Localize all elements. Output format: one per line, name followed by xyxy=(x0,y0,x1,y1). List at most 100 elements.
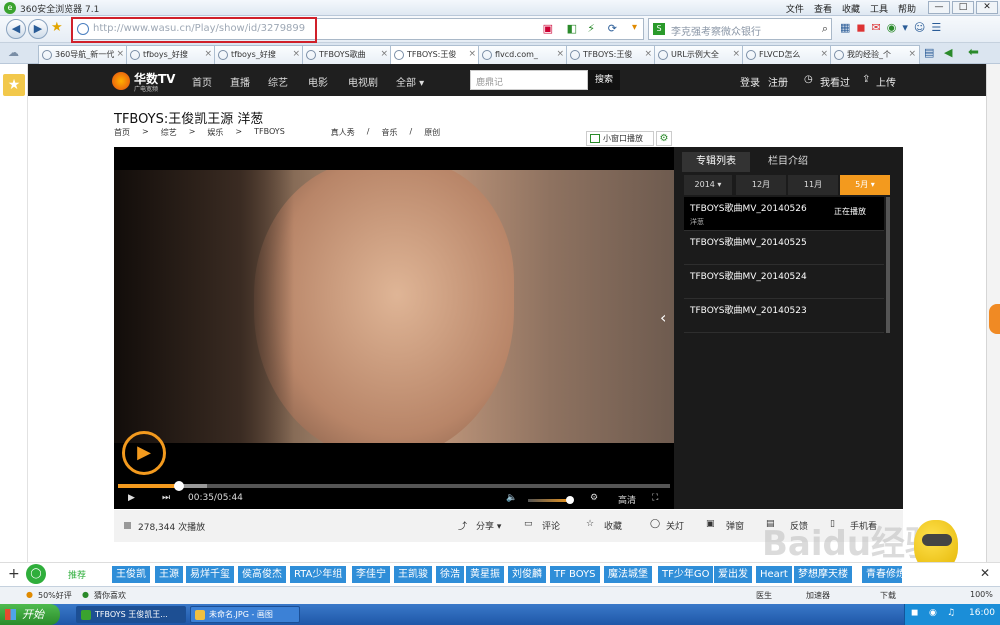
menu-favorites[interactable]: 收藏 xyxy=(842,2,860,15)
tab-close-icon[interactable]: × xyxy=(908,46,916,63)
tab-tfboys-active[interactable]: TFBOYS:王俊 × xyxy=(390,45,480,64)
close-icon[interactable]: ✕ xyxy=(980,566,990,580)
volume-slider[interactable] xyxy=(528,496,574,504)
hot-tag[interactable]: 黄星振 xyxy=(466,566,504,583)
tab-close-icon[interactable]: × xyxy=(820,46,828,63)
player-settings-icon[interactable]: ⚙ xyxy=(590,493,598,503)
tray-icon-2[interactable]: ◉ xyxy=(929,608,937,618)
favorite-star-icon[interactable]: ★ xyxy=(51,20,63,35)
episode-item[interactable]: TFBOYS歌曲MV_20140525 xyxy=(684,231,884,265)
right-scrollbar[interactable] xyxy=(986,64,1000,562)
search-input[interactable]: 李克强考察微众银行 xyxy=(671,23,761,38)
panel-scrollbar[interactable] xyxy=(886,197,890,333)
site-nav-live[interactable]: 直播 xyxy=(230,74,250,89)
hot-tag[interactable]: 刘俊麟 xyxy=(508,566,546,583)
month-nov[interactable]: 11月 xyxy=(788,175,838,195)
status-doctor[interactable]: 医生 xyxy=(756,590,772,601)
crumb-variety[interactable]: 综艺 xyxy=(161,127,177,138)
hot-tag[interactable]: RTA少年组 xyxy=(290,566,347,583)
search-engine-icon[interactable]: S xyxy=(653,23,665,35)
tab-tfboys-search-1[interactable]: tfboys_好搜 × xyxy=(126,45,216,64)
tab-flvcd[interactable]: flvcd.com_ × xyxy=(478,45,568,64)
tag-original[interactable]: 原创 xyxy=(424,127,440,138)
menu-tools[interactable]: 工具 xyxy=(870,2,888,15)
guess-you-like[interactable]: 猜你喜欢 xyxy=(94,590,126,601)
hot-tag[interactable]: 徐浩 xyxy=(436,566,464,583)
tray-icon-1[interactable]: ◼ xyxy=(911,608,918,618)
share-icon[interactable]: ⤴ xyxy=(458,519,467,532)
hot-tag[interactable]: 侯高俊杰 xyxy=(238,566,286,583)
tag-music[interactable]: 音乐 xyxy=(381,127,397,138)
site-nav-variety[interactable]: 综艺 xyxy=(268,74,288,89)
month-may[interactable]: 5月 ▾ xyxy=(840,175,890,195)
toolbar-icon-5[interactable]: ▾ xyxy=(902,21,908,34)
browser-search-box[interactable]: S 李克强考察微众银行 ⌕ xyxy=(648,18,832,40)
mini-player-button[interactable]: 小窗口播放 xyxy=(586,131,654,146)
volume-icon[interactable]: 🔈 xyxy=(506,493,517,503)
close-button[interactable]: ✕ xyxy=(976,1,998,14)
lights-off-button[interactable]: 关灯 xyxy=(666,519,684,532)
comment-icon[interactable]: ▭ xyxy=(524,519,533,529)
tab-close-icon[interactable]: × xyxy=(292,46,300,63)
favorite-button[interactable]: 收藏 xyxy=(604,519,622,532)
site-nav-all[interactable]: 全部 ▾ xyxy=(396,74,424,89)
toolbar-icon-7[interactable]: ☰ xyxy=(931,21,941,34)
hot-tag[interactable]: 魔法城堡 xyxy=(604,566,652,583)
toolbar-icon-1[interactable]: ▦ xyxy=(840,21,850,34)
toolbar-icon-3[interactable]: ✉ xyxy=(872,21,881,34)
next-icon[interactable]: ⏭ xyxy=(162,493,170,503)
popup-button[interactable]: 弹窗 xyxy=(726,519,744,532)
login-link[interactable]: 登录 xyxy=(740,74,760,89)
tab-my-experience[interactable]: 我的经验_个 × xyxy=(830,45,920,64)
upload-link[interactable]: 上传 xyxy=(876,74,896,89)
clock[interactable]: 16:00 xyxy=(969,608,995,618)
history-icon[interactable]: ◷ xyxy=(804,74,813,85)
floating-widget-icon[interactable] xyxy=(989,304,1000,334)
tab-close-icon[interactable]: × xyxy=(644,46,652,63)
year-selector[interactable]: 2014 ▾ xyxy=(684,175,732,195)
maximize-button[interactable]: □ xyxy=(952,1,974,14)
popup-icon[interactable]: ▣ xyxy=(706,519,715,529)
tab-tfboys-3[interactable]: TFBOYS:王俊 × xyxy=(566,45,656,64)
hot-tag[interactable]: 青春修炼手册 xyxy=(862,566,902,583)
taskbar-browser[interactable]: TFBOYS 王俊凯王... xyxy=(76,606,186,623)
tab-close-icon[interactable]: × xyxy=(380,46,388,63)
episode-item[interactable]: TFBOYS歌曲MV_20140523 xyxy=(684,299,884,333)
big-play-icon[interactable]: ▶ xyxy=(122,431,166,475)
settings-gear-icon[interactable]: ⚙ xyxy=(656,131,672,146)
tab-close-icon[interactable]: × xyxy=(556,46,564,63)
menu-file[interactable]: 文件 xyxy=(786,2,804,15)
hot-tag[interactable]: Heart xyxy=(756,566,792,583)
history-link[interactable]: 我看过 xyxy=(820,74,850,89)
hot-tag[interactable]: 爱出发 xyxy=(714,566,752,583)
favorite-icon[interactable]: ☆ xyxy=(586,519,594,529)
hot-tag[interactable]: TF BOYS xyxy=(550,566,600,583)
month-dec[interactable]: 12月 xyxy=(736,175,786,195)
tab-column-intro[interactable]: 栏目介绍 xyxy=(754,152,822,172)
tab-close-icon[interactable]: × xyxy=(116,46,124,63)
tag-reality[interactable]: 真人秀 xyxy=(331,127,355,138)
tab-url-examples[interactable]: URL示例大全 × xyxy=(654,45,744,64)
tab-360-nav[interactable]: 360导航_新一代 × xyxy=(38,45,128,64)
hot-tag[interactable]: 李佳宁 xyxy=(352,566,390,583)
hot-tag[interactable]: 王俊凯 xyxy=(112,566,150,583)
tab-list-icon[interactable]: ▤ xyxy=(924,46,934,59)
sidebar-star-icon[interactable]: ★ xyxy=(3,74,25,96)
360-app-icon[interactable]: ◯ xyxy=(26,564,46,584)
episode-item[interactable]: TFBOYS歌曲MV_20140524 xyxy=(684,265,884,299)
hot-tag[interactable]: 王源 xyxy=(155,566,183,583)
dropdown-icon[interactable]: ▾ xyxy=(632,22,637,33)
register-link[interactable]: 注册 xyxy=(768,74,788,89)
tab-close-icon[interactable]: × xyxy=(204,46,212,63)
video-player[interactable]: ▶ ▶ ⏭ 00:35/05:44 🔈 ⚙ 高清 ⛶ xyxy=(114,147,674,509)
back-button[interactable]: ◀ xyxy=(6,19,26,39)
upload-icon[interactable]: ⇪ xyxy=(862,74,870,85)
site-nav-home[interactable]: 首页 xyxy=(192,74,212,89)
tab-close-icon[interactable]: × xyxy=(468,46,476,63)
add-icon[interactable]: + xyxy=(8,566,20,582)
toolbar-icon-6[interactable]: ☺ xyxy=(914,21,925,34)
tab-tfboys-songs[interactable]: TFBOYS歌曲 × xyxy=(302,45,392,64)
refresh-icon[interactable]: ⟳ xyxy=(608,22,617,35)
hot-tag[interactable]: TF少年GO xyxy=(658,566,714,583)
site-logo[interactable]: 华数TV 广电宽频 xyxy=(112,70,182,93)
